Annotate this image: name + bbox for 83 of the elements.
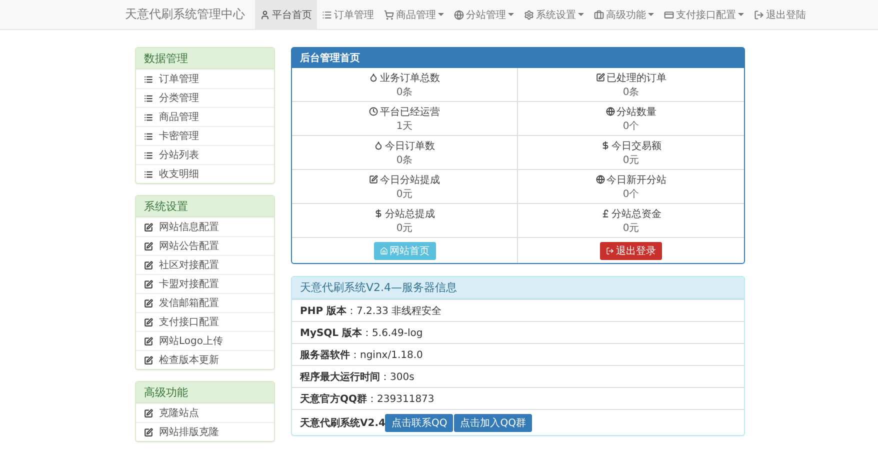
globe-icon [596, 175, 604, 184]
briefcase-icon [594, 10, 604, 20]
sidebar-item[interactable]: 检查版本更新 [136, 350, 274, 369]
nav-tab[interactable]: 支付接口配置 [659, 0, 749, 29]
stat-value: 0条 [396, 86, 413, 98]
sidebar-item[interactable]: 卡密管理 [136, 126, 274, 145]
info-text: 天意官方QQ群：239311873 [300, 392, 434, 406]
sidebar-item[interactable]: 卡盟对接配置 [136, 274, 274, 293]
nav-tab[interactable]: 订单管理 [317, 0, 379, 29]
info-text: 程序最大运行时间：300s [300, 370, 414, 384]
dollar-icon [374, 209, 383, 218]
panel-title: 高级功能 [136, 382, 274, 403]
sidebar-item[interactable]: 网站信息配置 [136, 217, 274, 236]
stat-label: 今日交易额 [600, 138, 662, 152]
stat-value: 0元 [622, 222, 640, 234]
stat-value: 0元 [396, 222, 413, 234]
stat-label: 今日分站提成 [369, 172, 440, 186]
nav-tab[interactable]: 系统设置 [519, 0, 589, 29]
stat-value: 0元 [396, 188, 413, 200]
info-text: 服务器软件：nginx/1.18.0 [300, 348, 423, 362]
info-text: PHP 版本：7.2.33 非线程安全 [300, 304, 442, 318]
globe-icon [454, 10, 464, 20]
list-icon [144, 74, 153, 84]
qq-button[interactable]: 点击加入QQ群 [454, 414, 532, 432]
logout-icon [606, 246, 614, 254]
list-icon [144, 170, 153, 178]
droplet-icon [369, 73, 378, 82]
brand-title[interactable]: 天意代刷系统管理中心 [125, 6, 255, 23]
globe-icon [606, 107, 614, 116]
sidebar-item[interactable]: 网站公告配置 [136, 236, 274, 255]
panel-title: 后台管理首页 [292, 48, 744, 68]
stat-label: 分站总提成 [374, 206, 435, 220]
list-icon [144, 112, 153, 122]
gear-icon [524, 10, 534, 20]
sidebar-item[interactable]: 分类管理 [136, 88, 274, 107]
list-icon [144, 94, 153, 102]
cart-icon [384, 10, 394, 20]
logout-icon [754, 10, 764, 20]
nav-tab[interactable]: 商品管理 [379, 0, 449, 29]
list-icon [144, 150, 153, 160]
stat-value: 0个 [622, 188, 640, 200]
stat-value: 1天 [396, 120, 413, 132]
stat-label: 已处理的订单 [596, 70, 666, 84]
sidebar-item[interactable]: 网站排版克隆 [136, 422, 274, 441]
list-icon [322, 10, 332, 20]
stat-label: 分站总资金 [600, 206, 662, 220]
stat-label: 今日订单数 [374, 138, 435, 152]
nav-tab[interactable]: 平台首页 [255, 0, 317, 29]
sidebar-item[interactable]: 商品管理 [136, 107, 274, 126]
stat-label: 分站数量 [606, 104, 656, 118]
stat-value: 0条 [396, 154, 413, 166]
panel-title: 天意代刷系统V2.4—服务器信息 [292, 277, 744, 299]
card-icon [664, 10, 674, 20]
sidebar-item[interactable]: 订单管理 [136, 69, 274, 88]
sidebar-item[interactable]: 社区对接配置 [136, 255, 274, 274]
sidebar-item[interactable]: 网站Logo上传 [136, 331, 274, 350]
stat-label: 平台已经运营 [369, 104, 440, 118]
stat-value: 0个 [622, 120, 640, 132]
nav-tab[interactable]: 高级功能 [589, 0, 659, 29]
list-icon [144, 132, 153, 140]
panel-title: 系统设置 [136, 196, 274, 217]
clock-icon [369, 107, 378, 116]
sidebar-item[interactable]: 支付接口配置 [136, 312, 274, 331]
panel-title: 数据管理 [136, 48, 274, 69]
stat-label: 今日新开分站 [596, 172, 666, 186]
info-text: MySQL 版本：5.6.49-log [300, 326, 423, 340]
stat-value: 0元 [622, 154, 640, 166]
nav-tab[interactable]: 退出登陆 [749, 0, 811, 29]
home-icon [380, 246, 388, 254]
stat-value: 0条 [622, 86, 640, 98]
sidebar-item[interactable]: 收支明细 [136, 164, 274, 183]
qq-button[interactable]: 点击联系QQ [385, 414, 454, 432]
sidebar-item[interactable]: 发信邮箱配置 [136, 293, 274, 312]
sidebar-item[interactable]: 克隆站点 [136, 403, 274, 422]
footer-label: 天意代刷系统V2.4 [300, 416, 386, 430]
sidebar-item[interactable]: 分站列表 [136, 145, 274, 164]
dollar-icon [600, 141, 610, 150]
stat-label: 业务订单总数 [369, 70, 440, 84]
logout-button[interactable]: 退出登录 [600, 242, 662, 260]
droplet-icon [374, 141, 383, 150]
pound-icon [600, 209, 610, 218]
nav-tab[interactable]: 分站管理 [449, 0, 519, 29]
user-icon [260, 10, 270, 20]
